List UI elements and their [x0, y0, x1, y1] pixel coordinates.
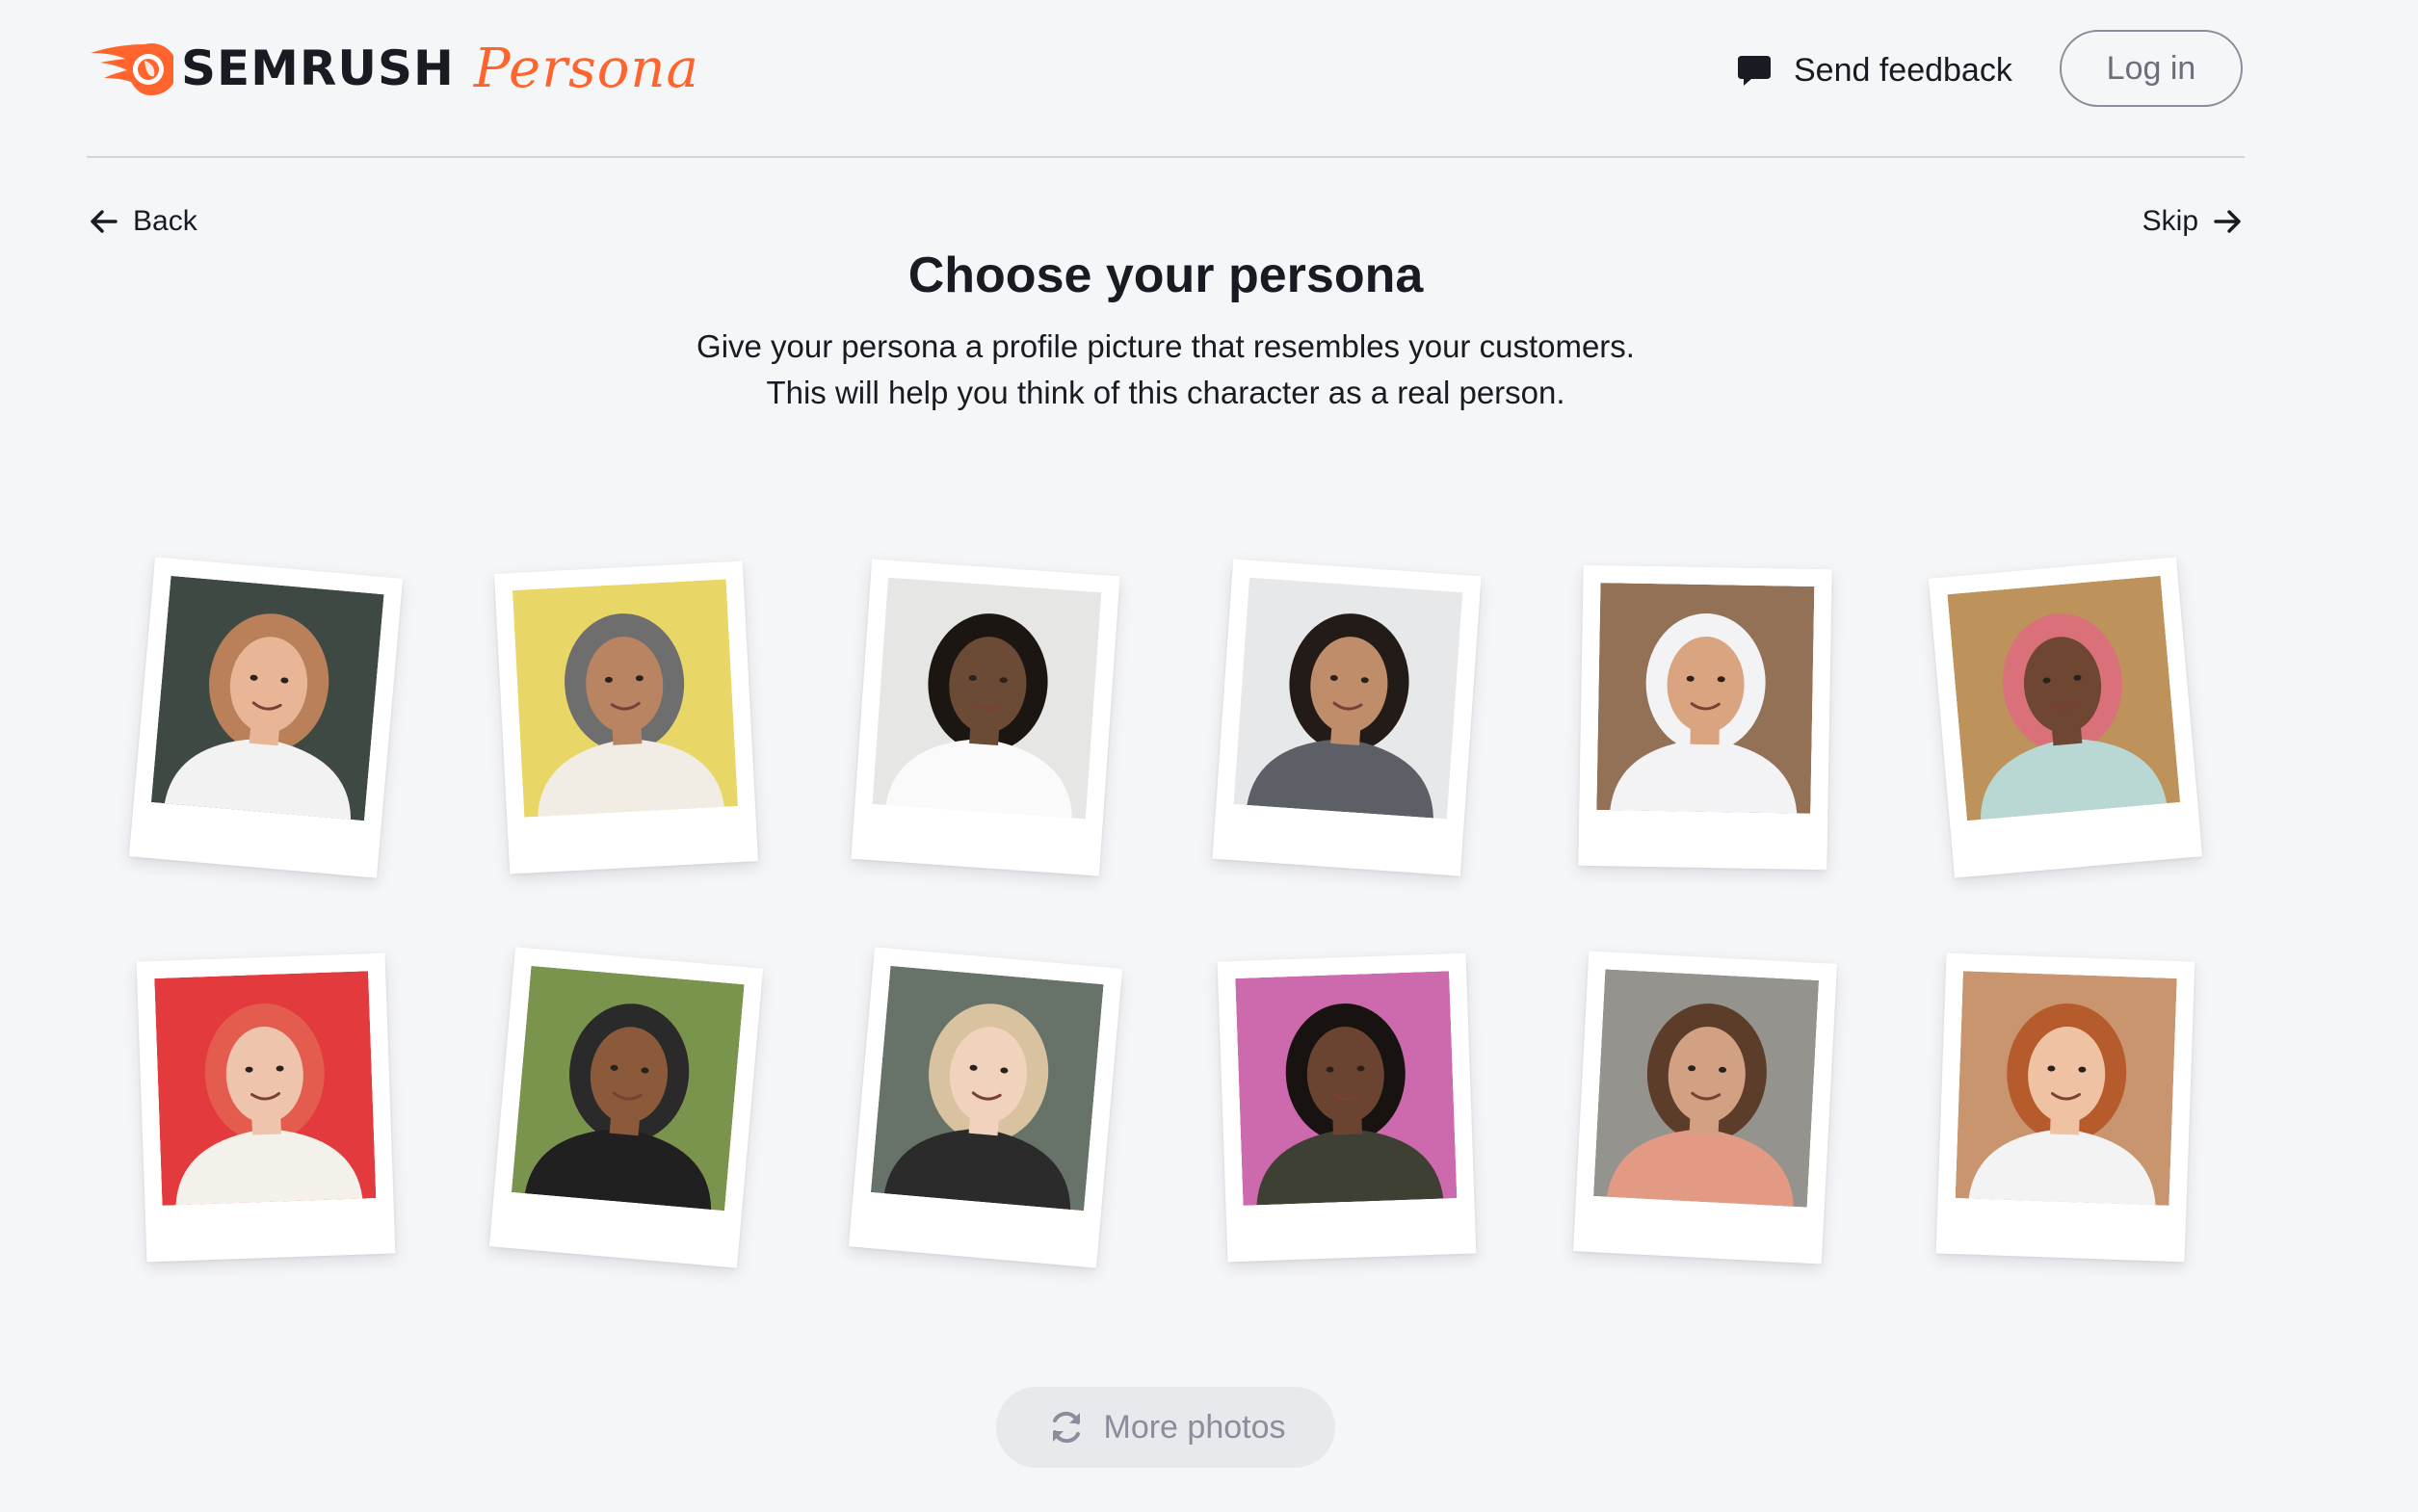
top-header: SEMRUSH Persona Send feedback Log in [87, 0, 2245, 158]
portrait-image [154, 971, 377, 1206]
persona-photo-card[interactable] [1935, 952, 2195, 1263]
persona-photo-card[interactable] [848, 947, 1123, 1268]
persona-photo [512, 579, 738, 818]
portrait-image [1947, 575, 2181, 821]
portrait-image [1235, 971, 1458, 1206]
persona-photo-card[interactable] [1212, 559, 1482, 876]
subtitle-line-1: Give your persona a profile picture that… [696, 328, 1635, 364]
brand-name: SEMRUSH [181, 40, 455, 96]
persona-photo [1233, 577, 1463, 820]
persona-photo [1955, 971, 2177, 1206]
persona-photo-card[interactable] [136, 952, 396, 1263]
persona-photo-card[interactable] [1217, 952, 1477, 1263]
portrait-image [1593, 969, 1820, 1208]
portrait-image [1596, 583, 1815, 814]
portrait-image [512, 579, 738, 818]
arrow-left-icon [91, 210, 118, 233]
back-link[interactable]: Back [87, 200, 197, 243]
subtitle-line-2: This will help you think of this charact… [766, 375, 1565, 410]
persona-photo-card[interactable] [128, 557, 404, 878]
more-photos-label: More photos [1103, 1408, 1286, 1446]
persona-photo [1593, 969, 1820, 1208]
product-name: Persona [473, 37, 699, 100]
page-subtitle: Give your persona a profile picture that… [0, 324, 2331, 416]
page-title: Choose your persona [907, 248, 1424, 303]
skip-label: Skip [2142, 205, 2198, 237]
more-photos-button[interactable]: More photos [996, 1387, 1335, 1468]
send-feedback-button[interactable]: Send feedback [1736, 46, 2012, 94]
semrush-persona-logo[interactable]: SEMRUSH Persona [87, 35, 699, 102]
portrait-image [1233, 577, 1463, 820]
persona-photo [872, 577, 1102, 820]
persona-photo-card[interactable] [488, 947, 764, 1268]
back-label: Back [133, 205, 197, 237]
persona-photo-card[interactable] [851, 559, 1120, 876]
login-button[interactable]: Log in [2060, 30, 2243, 107]
portrait-image [150, 575, 384, 821]
portrait-image [1955, 971, 2177, 1206]
send-feedback-label: Send feedback [1794, 51, 2012, 89]
portrait-image [870, 965, 1104, 1212]
persona-photo-card[interactable] [1928, 557, 2203, 878]
persona-photo [154, 971, 377, 1206]
portrait-image [511, 965, 745, 1212]
persona-photo-card[interactable] [1578, 564, 1832, 871]
refresh-icon [1052, 1411, 1080, 1444]
persona-photo-card[interactable] [1573, 951, 1837, 1264]
persona-photo [150, 575, 384, 821]
semrush-flame-icon [91, 43, 173, 96]
portrait-image [872, 577, 1102, 820]
persona-photo [511, 965, 745, 1212]
persona-photo [1947, 575, 2181, 821]
speech-bubble-icon [1738, 56, 1771, 86]
persona-photo [1235, 971, 1458, 1206]
persona-photo-card[interactable] [494, 560, 758, 874]
persona-photo [870, 965, 1104, 1212]
skip-link[interactable]: Skip [2142, 200, 2245, 243]
arrow-right-icon [2214, 210, 2241, 233]
persona-photo [1596, 583, 1815, 814]
